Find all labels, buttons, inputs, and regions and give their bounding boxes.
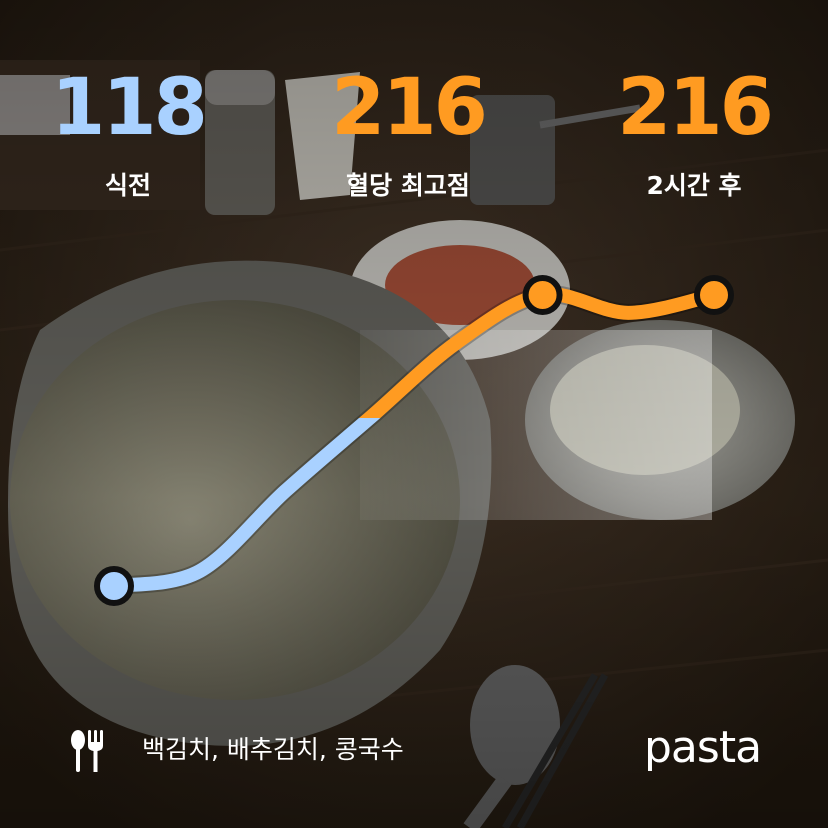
- result-card: 118 식전 216 혈당 최고점 216 2시간 후 백김치, 배추김치, 콩…: [0, 0, 828, 828]
- pre-meal-stat: 118 식전: [18, 64, 238, 202]
- glucose-line-low: [107, 418, 381, 593]
- brand-logo: pasta: [644, 722, 762, 773]
- fork-knife-icon: [71, 730, 103, 772]
- glucose-line-high: [358, 287, 721, 418]
- after-2h-label: 2시간 후: [646, 171, 742, 200]
- after-2h-point: [694, 275, 734, 315]
- peak-value: 216: [331, 63, 488, 153]
- peak-stat: 216 혈당 최고점: [298, 64, 518, 202]
- after-2h-value: 216: [617, 63, 774, 153]
- after-2h-stat: 216 2시간 후: [584, 64, 804, 202]
- peak-label: 혈당 최고점: [346, 171, 470, 200]
- peak-point: [522, 275, 563, 315]
- pre-meal-value: 118: [51, 63, 208, 153]
- pre-meal-point: [94, 566, 134, 606]
- meal-foods: 백김치, 배추김치, 콩국수: [142, 735, 404, 764]
- pre-meal-label: 식전: [104, 171, 151, 200]
- glucose-line-shadow: [105, 285, 723, 595]
